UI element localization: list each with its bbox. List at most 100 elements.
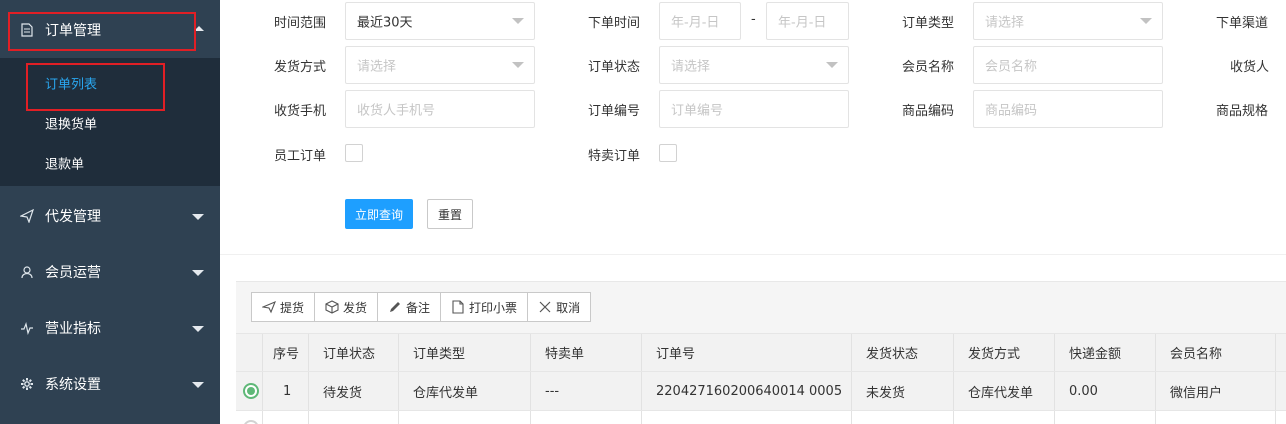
sidebar-item-label: 退款单 <box>45 157 85 173</box>
special-order-label: 特卖订单 <box>588 149 641 164</box>
menu-label: 营业指标 <box>45 321 101 337</box>
goods-code-label: 商品编码 <box>902 104 955 119</box>
row-select-radio[interactable] <box>243 383 259 399</box>
order-status-placeholder: 请选择 <box>671 59 711 75</box>
order-status-select[interactable]: 请选择 <box>659 46 849 84</box>
order-time-label: 下单时间 <box>588 16 641 31</box>
user-icon <box>20 265 34 279</box>
menu-member-ops[interactable]: 会员运营 <box>0 244 220 300</box>
chevron-down-icon <box>192 326 204 332</box>
col-type: 订单类型 <box>413 347 466 362</box>
table-row[interactable]: 1 待发货 仓库代发单 --- 220427160200640014 0005 … <box>236 372 1286 411</box>
search-button[interactable]: 立即查询 <box>345 199 413 229</box>
print-button[interactable]: 打印小票 <box>440 292 529 322</box>
sidebar: 订单管理 订单列表 退换货单 退款单 代发管理 会员运营 营业指标 系统设置 <box>0 0 220 424</box>
table-row[interactable] <box>236 411 1286 424</box>
goods-spec-label: 商品规格 <box>1216 104 1269 119</box>
table-toolbar: 提货 发货 备注 打印小票 取消 <box>251 292 592 322</box>
ship-method-label: 发货方式 <box>274 60 327 75</box>
cell-express-fee: 0.00 <box>1069 383 1098 399</box>
highlight-box-submenu <box>26 63 165 111</box>
cell-member: 微信用户 <box>1170 385 1223 401</box>
chevron-down-icon <box>192 270 204 276</box>
reset-button[interactable]: 重置 <box>427 199 473 229</box>
receiver-phone-input[interactable]: 收货人手机号 <box>345 90 535 128</box>
menu-system-settings[interactable]: 系统设置 <box>0 356 220 412</box>
special-order-checkbox[interactable] <box>659 144 677 162</box>
order-type-label: 订单类型 <box>902 16 955 31</box>
date-end-input[interactable]: 年-月-日 <box>766 2 849 40</box>
cell-order-no: 220427160200640014 0005 <box>656 383 843 399</box>
cancel-button[interactable]: 取消 <box>527 292 592 322</box>
cell-index: 1 <box>283 383 292 399</box>
menu-business-metrics[interactable]: 营业指标 <box>0 300 220 356</box>
gear-icon <box>20 377 34 391</box>
pulse-icon <box>20 321 34 336</box>
chevron-down-icon <box>826 62 838 68</box>
order-type-select[interactable]: 请选择 <box>973 2 1163 40</box>
ship-label: 发货 <box>343 300 368 315</box>
ship-method-select[interactable]: 请选择 <box>345 46 535 84</box>
chevron-down-icon <box>512 62 524 68</box>
order-no-placeholder: 订单编号 <box>671 103 724 119</box>
staff-order-checkbox[interactable] <box>345 144 363 162</box>
col-order-no: 订单号 <box>656 347 696 362</box>
date-start-input[interactable]: 年-月-日 <box>659 2 741 40</box>
menu-label: 会员运营 <box>45 265 101 281</box>
col-member: 会员名称 <box>1170 347 1223 362</box>
send-icon <box>261 300 276 314</box>
col-express-fee: 快递金额 <box>1069 347 1122 362</box>
cell-ship-method: 仓库代发单 <box>968 385 1034 401</box>
member-name-label: 会员名称 <box>902 60 955 75</box>
date-end-placeholder: 年-月-日 <box>778 15 827 31</box>
member-name-input[interactable]: 会员名称 <box>973 46 1163 84</box>
close-icon <box>538 300 552 314</box>
order-status-label: 订单状态 <box>588 60 641 75</box>
col-ship-status: 发货状态 <box>866 347 919 362</box>
highlight-box-menu <box>8 12 196 51</box>
member-name-placeholder: 会员名称 <box>985 59 1038 75</box>
order-channel-label: 下单渠道 <box>1216 16 1269 31</box>
date-start-placeholder: 年-月-日 <box>671 15 720 31</box>
chevron-down-icon <box>192 382 204 388</box>
cell-type: 仓库代发单 <box>413 385 479 401</box>
cell-ship-status: 未发货 <box>866 385 906 401</box>
chevron-down-icon <box>512 18 524 24</box>
print-label: 打印小票 <box>469 300 518 315</box>
col-ship-method: 发货方式 <box>968 347 1021 362</box>
ship-method-placeholder: 请选择 <box>357 59 397 75</box>
pencil-icon <box>388 300 402 314</box>
cell-status: 待发货 <box>323 385 363 401</box>
goods-code-placeholder: 商品编码 <box>985 103 1038 119</box>
col-special: 特卖单 <box>545 347 585 362</box>
table-header: 序号 订单状态 订单类型 特卖单 订单号 发货状态 发货方式 快递金额 会员名称 <box>236 333 1286 372</box>
chevron-down-icon <box>192 214 204 220</box>
pickup-label: 提货 <box>280 300 305 315</box>
time-range-select[interactable]: 最近30天 <box>345 2 535 40</box>
menu-label: 系统设置 <box>45 377 101 393</box>
section-divider <box>220 254 1286 255</box>
send-icon <box>19 208 35 224</box>
order-type-placeholder: 请选择 <box>985 15 1025 31</box>
staff-order-label: 员工订单 <box>274 149 327 164</box>
order-no-input[interactable]: 订单编号 <box>659 90 849 128</box>
goods-code-input[interactable]: 商品编码 <box>973 90 1163 128</box>
remark-button[interactable]: 备注 <box>377 292 442 322</box>
order-no-label: 订单编号 <box>588 104 641 119</box>
sidebar-item-refunds[interactable]: 退款单 <box>0 143 220 183</box>
date-separator: - <box>751 12 756 27</box>
col-status: 订单状态 <box>323 347 376 362</box>
remark-label: 备注 <box>406 300 431 315</box>
menu-label: 代发管理 <box>45 209 101 225</box>
file-icon <box>451 300 465 314</box>
row-select-radio[interactable] <box>243 420 259 424</box>
cell-special: --- <box>545 383 560 399</box>
menu-dropship[interactable]: 代发管理 <box>0 188 220 244</box>
ship-button[interactable]: 发货 <box>314 292 379 322</box>
col-index: 序号 <box>273 347 300 362</box>
time-range-label: 时间范围 <box>274 16 327 31</box>
cancel-label: 取消 <box>556 300 581 315</box>
receiver-label: 收货人 <box>1230 60 1270 75</box>
receiver-phone-placeholder: 收货人手机号 <box>357 103 436 119</box>
pickup-button[interactable]: 提货 <box>251 292 316 322</box>
